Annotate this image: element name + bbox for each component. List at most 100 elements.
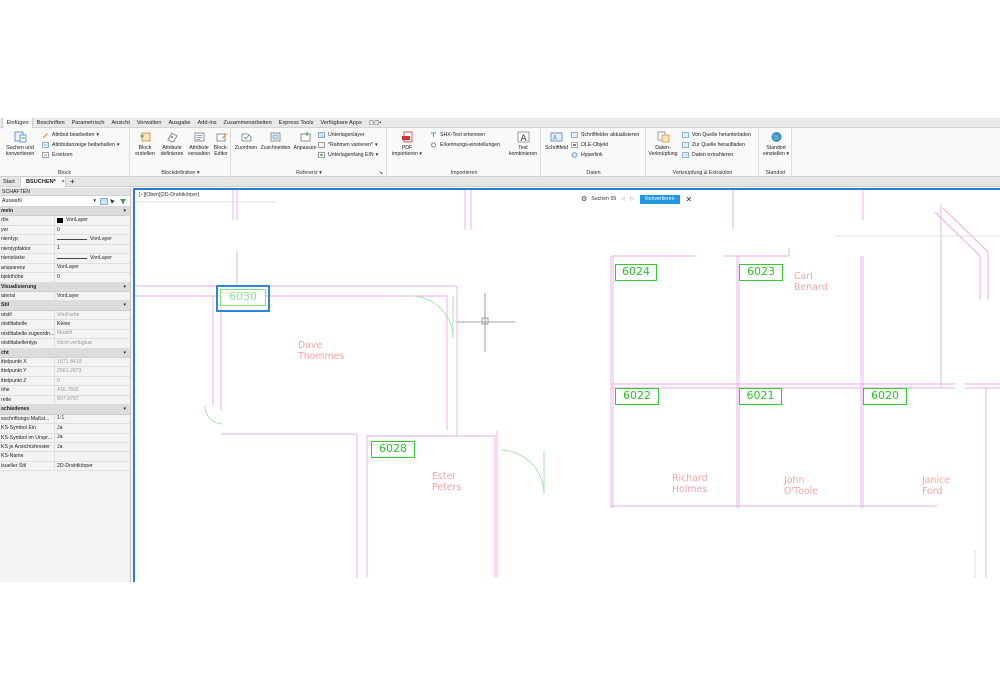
tab-overflow-toggle[interactable]: ▢▢• bbox=[365, 118, 385, 128]
property-row[interactable]: otstiltabellentyp Nicht verfügbar bbox=[0, 339, 130, 349]
daten-extrahieren-button[interactable]: Daten extrahieren bbox=[682, 151, 733, 159]
section-verschiedenes[interactable]: schiedenes ▾ bbox=[0, 405, 130, 415]
snap-icon bbox=[318, 152, 325, 158]
attribut-bearbeiten-button[interactable]: Attribut bearbeiten ▾ bbox=[42, 131, 99, 139]
property-row[interactable]: bjekthöhe 0 bbox=[0, 273, 130, 283]
schriftfeld-button[interactable]: A Schriftfeld bbox=[543, 131, 570, 151]
chevron-down-icon: ▾ bbox=[786, 151, 789, 157]
next-result-icon[interactable]: ▷ bbox=[630, 196, 634, 202]
property-row[interactable]: otstil VonFarbe bbox=[0, 310, 130, 321]
new-tab-button[interactable]: + bbox=[70, 177, 75, 187]
daten-panel-title: Daten bbox=[586, 170, 601, 176]
property-row[interactable]: KS je Ansichtsfenster Ja bbox=[0, 442, 130, 453]
referenz-panel-title[interactable]: Referenz ▾ bbox=[232, 170, 386, 176]
tab-addins[interactable]: Add-ins bbox=[194, 118, 220, 128]
property-row[interactable]: isueller Stil 2D-Drahtkörper bbox=[0, 461, 130, 472]
room-tag[interactable]: 6021 bbox=[739, 388, 782, 405]
attribute-definieren-button[interactable]: Attribute definieren bbox=[159, 131, 185, 157]
room-tag[interactable]: 6028 bbox=[371, 441, 415, 458]
unterlagenfang-toggle[interactable]: Unterlagenfang EIN ▾ bbox=[318, 151, 378, 159]
tab-parametrisch[interactable]: Parametrisch bbox=[68, 118, 108, 128]
selection-dropdown[interactable]: Auswahl ▾ bbox=[0, 196, 130, 207]
hyperlink-button[interactable]: Hyperlink bbox=[571, 151, 603, 159]
attribute-verwalten-button[interactable]: Attribute verwalten bbox=[186, 131, 212, 157]
section-allgemein[interactable]: mein ▾ bbox=[0, 207, 130, 217]
tab-ansicht[interactable]: Ansicht bbox=[108, 118, 133, 128]
zuschneiden-button[interactable]: Zuschneiden bbox=[259, 131, 292, 151]
zuordnen-button[interactable]: Zuordnen bbox=[233, 131, 259, 151]
standort-einstellen-button[interactable]: Standort einstellen ▾ bbox=[761, 131, 791, 157]
shx-text-erkennen-button[interactable]: SHX-Text erkennen bbox=[430, 131, 485, 139]
chevron-down-icon: ▾ bbox=[96, 132, 100, 138]
ole-objekt-button[interactable]: OLE-Objekt bbox=[571, 141, 608, 149]
property-row[interactable]: eschriftungs-Maßst... 1:1 bbox=[0, 414, 130, 425]
property-row[interactable]: aterial VonLayer bbox=[0, 291, 130, 302]
von-quelle-herunterladen-button[interactable]: Von Quelle herunterladen bbox=[682, 131, 751, 139]
konvertieren-button[interactable]: Konvertieren bbox=[640, 194, 680, 204]
close-icon[interactable]: ✕ bbox=[686, 195, 693, 204]
combine-text-icon: A bbox=[517, 131, 530, 144]
properties-palette: SCHAFTEN Auswahl ▾ mein ▾ rbe VonLayer yer… bbox=[0, 188, 131, 582]
property-row[interactable]: KS-Name bbox=[0, 452, 130, 462]
pdf-importieren-button[interactable]: PDF importieren ▾ bbox=[390, 131, 424, 157]
schriftfelder-aktualisieren-button[interactable]: Schriftfelder aktualisieren bbox=[571, 131, 639, 139]
gear-icon[interactable]: ⚙ bbox=[581, 195, 587, 203]
property-row[interactable]: nientyp VonLayer bbox=[0, 235, 130, 245]
previous-result-icon[interactable]: ◁ bbox=[621, 196, 625, 202]
suchen-konvertieren-button[interactable]: Suchen und konvertieren bbox=[5, 131, 35, 157]
section-plotstil[interactable]: Stil ▾ bbox=[0, 301, 130, 311]
section-visualisierung[interactable]: Visualisierung ▾ bbox=[0, 282, 130, 292]
property-row[interactable]: yer 0 bbox=[0, 225, 130, 236]
tab-beschriften[interactable]: Beschriften bbox=[33, 118, 68, 128]
unterlagenlayer-button[interactable]: Unterlagenlayer bbox=[318, 131, 365, 139]
room-tag[interactable]: 6022 bbox=[615, 388, 659, 405]
rahmen-variieren-dropdown[interactable]: *Rahmen variieren* ▾ bbox=[318, 141, 378, 149]
property-row[interactable]: otstiltabelle zugeordn... Modell bbox=[0, 329, 130, 340]
property-row[interactable]: KS-Symbol Ein Ja bbox=[0, 424, 130, 434]
drawing-viewport[interactable]: [−][Oben][2D-Drahtkörper] ⚙ Suchen 99 ◁ … bbox=[133, 188, 1000, 582]
section-ansicht[interactable]: cht ▾ bbox=[0, 348, 130, 358]
erkennungs-einstellungen-button[interactable]: Erkennungs-einstellungen bbox=[430, 141, 500, 149]
room-tag[interactable]: 6020 bbox=[863, 388, 907, 405]
tab-einfuegen[interactable]: Einfügen bbox=[2, 118, 34, 128]
tab-verfuegbare-apps[interactable]: Verfügbare Apps bbox=[317, 118, 365, 128]
property-row[interactable]: öhe 416.7602 bbox=[0, 386, 130, 396]
property-row[interactable]: ittelpunkt X 1671.8419 bbox=[0, 358, 130, 368]
room-tag[interactable]: 6030 bbox=[220, 289, 266, 306]
property-row[interactable]: rbe VonLayer bbox=[0, 216, 130, 226]
dialog-launcher-icon[interactable]: ↘ bbox=[379, 170, 383, 176]
importieren-panel-title: Importieren bbox=[450, 170, 478, 176]
property-row[interactable]: nienstärke VonLayer bbox=[0, 254, 130, 264]
property-row[interactable]: ittelpunkt Y 2561.2873 bbox=[0, 367, 130, 377]
collapse-icon: ▾ bbox=[123, 208, 126, 214]
tab-express-tools[interactable]: Express Tools bbox=[275, 118, 317, 128]
close-tab-icon[interactable]: × bbox=[61, 179, 64, 185]
viewport-controls-label[interactable]: [−][Oben][2D-Drahtkörper] bbox=[139, 192, 199, 198]
block-editor-button[interactable]: Block- Editor bbox=[212, 131, 230, 157]
globe-location-icon bbox=[770, 131, 783, 143]
globe-icon bbox=[571, 152, 578, 158]
tab-ausgabe[interactable]: Ausgabe bbox=[165, 118, 194, 128]
blockdefinition-panel-title[interactable]: Blockdefinition ▾ bbox=[131, 170, 230, 176]
property-row[interactable]: KS-Symbol im Urspr... Ja bbox=[0, 433, 130, 443]
tab-verwalten[interactable]: Verwalten bbox=[133, 118, 165, 128]
block-erstellen-button[interactable]: Block erstellen bbox=[133, 131, 157, 157]
zur-quelle-heraufladen-button[interactable]: Zur Quelle heraufladen bbox=[682, 141, 745, 149]
property-row[interactable]: reite 807.9787 bbox=[0, 395, 130, 406]
text-kombinieren-button[interactable]: A Text kombinieren bbox=[508, 131, 538, 157]
collapse-icon: ▾ bbox=[123, 283, 126, 290]
property-row[interactable]: otstiltabelle Keine bbox=[0, 320, 130, 330]
property-row[interactable]: nientypfaktor 1 bbox=[0, 244, 130, 255]
tab-start[interactable]: Start bbox=[3, 177, 15, 187]
datenverknuepfung-button[interactable]: Daten- Verknüpfung bbox=[647, 131, 679, 157]
property-row[interactable]: ittelpunkt Z0 bbox=[0, 376, 130, 387]
room-tag[interactable]: 6024 bbox=[615, 264, 657, 281]
color-swatch bbox=[57, 218, 63, 224]
attributanzeige-beibehalten-button[interactable]: Attributanzeige beibehalten ▾ bbox=[42, 141, 119, 149]
room-tag[interactable]: 6023 bbox=[739, 264, 783, 281]
ersetzen-button[interactable]: Ersetzen bbox=[42, 151, 72, 159]
tab-current-drawing[interactable]: BSUCHEN* × bbox=[20, 177, 66, 187]
anpassen-button[interactable]: Anpassen bbox=[292, 131, 318, 151]
property-row[interactable]: ansparenz VonLayer bbox=[0, 263, 130, 274]
tab-zusammenarbeiten[interactable]: Zusammenarbeiten bbox=[220, 118, 275, 128]
